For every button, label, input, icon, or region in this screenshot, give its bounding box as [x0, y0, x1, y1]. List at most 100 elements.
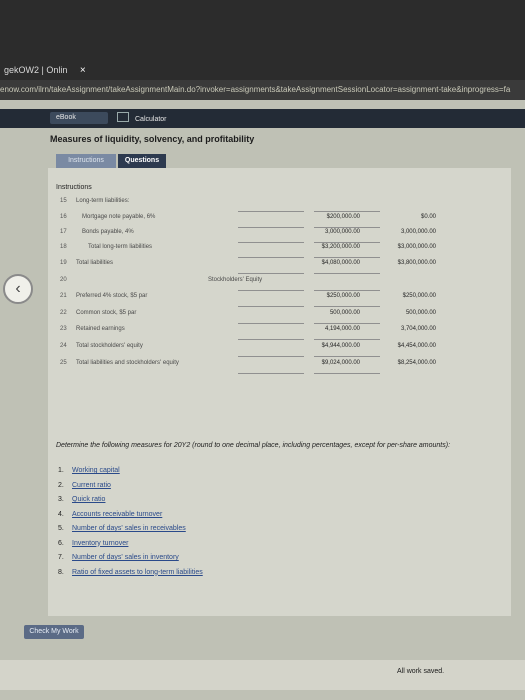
list-item: 4. Accounts receivable turnover	[58, 511, 162, 518]
value-20y1: $8,254,000.00	[397, 360, 436, 366]
value-20y1: $3,000,000.00	[397, 244, 436, 250]
check-my-work-button[interactable]: Check My Work	[24, 625, 84, 639]
row-divider	[238, 323, 304, 324]
measure-link[interactable]: Number of days' sales in inventory	[72, 554, 179, 561]
table-row: 17 Bonds payable, 4% 3,000,000.00 3,000,000…	[58, 229, 448, 243]
row-label: Retained earnings	[76, 326, 125, 332]
value-20y2: $9,024,000.00	[321, 360, 360, 366]
row-number: 25	[60, 360, 67, 366]
row-divider	[314, 257, 380, 258]
value-20y2: 500,000.00	[329, 310, 360, 316]
row-divider	[314, 211, 380, 212]
row-number: 24	[60, 343, 67, 349]
previous-arrow-icon[interactable]: ‹	[3, 274, 33, 304]
list-item: 8. Ratio of fixed assets to long-term lia…	[58, 569, 203, 576]
row-label: Total liabilities and stockholders' equi…	[76, 360, 179, 366]
item-number: 7.	[58, 554, 64, 561]
table-row: 20 Stockholders' Equity	[58, 277, 448, 291]
item-number: 4.	[58, 510, 64, 518]
table-row: 16 Mortgage note payable, 6% $200,000.00 $0…	[58, 214, 448, 228]
measure-link[interactable]: Number of days' sales in receivables	[72, 525, 186, 532]
measure-link[interactable]: Inventory turnover	[72, 540, 128, 547]
row-divider	[314, 373, 380, 374]
row-label: Common stock, $5 par	[76, 310, 137, 316]
row-divider	[238, 273, 304, 274]
table-row: 19 Total liabilities $4,080,000.00 $3,800,0…	[58, 260, 448, 274]
row-number: 19	[60, 260, 67, 266]
save-status: All work saved.	[397, 668, 445, 675]
measure-link[interactable]: Ratio of fixed assets to long-term liabi…	[72, 569, 203, 576]
footer-bar	[0, 660, 525, 690]
row-divider	[314, 323, 380, 324]
row-divider	[238, 373, 304, 374]
measure-link[interactable]: Quick ratio	[72, 496, 105, 503]
item-number: 8.	[58, 568, 64, 576]
row-divider	[238, 290, 304, 291]
row-divider	[314, 273, 380, 274]
tab-title: gekOW2 | Onlin	[4, 65, 68, 75]
row-divider	[314, 356, 380, 357]
close-icon[interactable]: ×	[80, 65, 86, 76]
row-divider	[238, 227, 304, 228]
value-20y1: 3,704,000.00	[400, 326, 436, 332]
row-label: Mortgage note payable, 6%	[82, 214, 156, 220]
table-row: 24 Total stockholders' equity $4,944,000.0…	[58, 343, 448, 357]
calculator-button[interactable]: Calculator	[117, 112, 167, 124]
tab-questions[interactable]: Questions	[118, 154, 166, 168]
calculator-label: Calculator	[135, 116, 167, 123]
row-divider	[238, 211, 304, 212]
measure-link[interactable]: Current ratio	[72, 482, 111, 489]
row-label: Total long-term liabilities	[88, 244, 153, 250]
row-label: Preferred 4% stock, $5 par	[76, 293, 148, 299]
list-item: 2. Current ratio	[58, 482, 111, 489]
list-item: 6. Inventory turnover	[58, 540, 128, 547]
list-item: 1. Working capital	[58, 467, 120, 474]
list-item: 7. Number of days' sales in inventory	[58, 554, 179, 561]
row-divider	[314, 339, 380, 340]
item-number: 5.	[58, 525, 64, 532]
row-label: Bonds payable, 4%	[82, 229, 134, 235]
row-divider	[314, 227, 380, 228]
row-number: 18	[60, 244, 67, 250]
tab-instructions[interactable]: Instructions	[56, 154, 116, 168]
table-row: 22 Common stock, $5 par 500,000.00 500,000.…	[58, 310, 448, 324]
row-number: 17	[60, 229, 67, 235]
table-row: 21 Preferred 4% stock, $5 par $250,000.00 $…	[58, 293, 448, 307]
row-label: Stockholders' Equity	[208, 277, 263, 283]
ebook-button[interactable]: eBook	[50, 112, 108, 124]
row-divider	[238, 242, 304, 243]
row-divider	[238, 306, 304, 307]
page-title: Measures of liquidity, solvency, and pro…	[50, 134, 255, 144]
address-bar[interactable]: enow.com/ilrn/takeAssignment/takeAssignm…	[0, 80, 525, 100]
list-item: 5. Number of days' sales in receivables	[58, 525, 186, 532]
value-20y2: $4,944,000.00	[321, 343, 360, 349]
row-divider	[314, 290, 380, 291]
browser-tab[interactable]: gekOW2 | Onlin ×	[0, 62, 104, 78]
value-20y2: 3,000,000.00	[324, 229, 360, 235]
value-20y1: $0.00	[420, 214, 436, 220]
list-item: 3. Quick ratio	[58, 496, 105, 503]
measure-link[interactable]: Working capital	[72, 467, 120, 474]
value-20y2: $4,080,000.00	[321, 260, 360, 266]
row-label: Total stockholders' equity	[76, 343, 143, 349]
calculator-icon	[117, 112, 129, 122]
row-number: 23	[60, 326, 67, 332]
row-number: 15	[60, 198, 67, 204]
row-number: 21	[60, 293, 67, 299]
value-20y2: $250,000.00	[326, 293, 360, 299]
table-row: 23 Retained earnings 4,194,000.00 3,704,000…	[58, 326, 448, 340]
row-divider	[238, 356, 304, 357]
value-20y1: 3,000,000.00	[400, 229, 436, 235]
item-number: 1.	[58, 467, 64, 474]
row-number: 20	[60, 277, 67, 283]
value-20y1: 500,000.00	[405, 310, 436, 316]
instructions-heading: Instructions	[56, 184, 92, 191]
value-20y2: $3,200,000.00	[321, 244, 360, 250]
item-number: 6.	[58, 539, 64, 547]
determine-instructions: Determine the following measures for 20Y…	[56, 442, 451, 449]
value-20y1: $250,000.00	[402, 293, 436, 299]
measure-link[interactable]: Accounts receivable turnover	[72, 511, 162, 518]
row-divider	[238, 339, 304, 340]
row-divider	[238, 257, 304, 258]
table-row: 18 Total long-term liabilities $3,200,000.…	[58, 244, 448, 258]
